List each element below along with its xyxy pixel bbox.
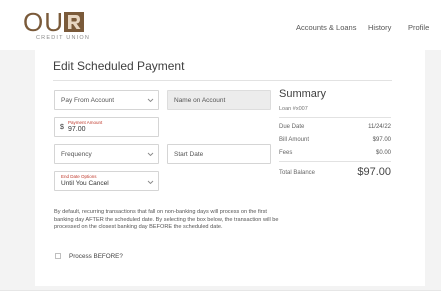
due-date-value: 11/24/22 <box>368 124 391 130</box>
end-date-options-label: End Date Options <box>61 174 97 179</box>
fees-value: $0.00 <box>375 150 391 156</box>
total-balance-value: $97.00 <box>357 166 391 178</box>
chevron-down-icon <box>147 98 154 103</box>
nav-accounts-loans[interactable]: Accounts & Loans <box>296 23 356 32</box>
recurring-transaction-disclaimer: By default, recurring transactions that … <box>54 209 279 231</box>
summary-title: Summary <box>279 88 327 100</box>
process-before-label[interactable]: Process BEFORE? <box>69 253 123 260</box>
payment-amount-label: Payment Amount <box>68 120 103 125</box>
start-date-placeholder: Start Date <box>174 151 204 158</box>
bill-amount-label: Bill Amount <box>279 137 310 143</box>
end-date-options-select[interactable]: End Date Options Until You Cancel <box>54 171 159 191</box>
page-title: Edit Scheduled Payment <box>53 59 185 73</box>
logo-r-mark-icon <box>64 12 84 32</box>
nav-profile[interactable]: Profile <box>408 23 429 32</box>
frequency-select[interactable]: Frequency <box>54 144 159 164</box>
name-on-account-field[interactable]: Name on Account <box>167 90 271 110</box>
nav-history[interactable]: History <box>368 23 391 32</box>
bill-amount-value: $97.00 <box>372 137 391 143</box>
pay-from-account-placeholder: Pay From Account <box>61 97 115 104</box>
summary-loan-number: Loan #x007 <box>279 106 308 112</box>
bottom-strip <box>0 290 441 302</box>
fees-label: Fees <box>279 150 293 156</box>
start-date-input[interactable]: Start Date <box>167 144 271 164</box>
logo-subtitle: CREDIT UNION <box>36 35 91 41</box>
due-date-label: Due Date <box>279 124 305 130</box>
pay-from-account-select[interactable]: Pay From Account <box>54 90 159 110</box>
frequency-placeholder: Frequency <box>61 151 92 158</box>
end-date-options-value: Until You Cancel <box>61 180 109 187</box>
total-balance-label: Total Balance <box>279 170 316 176</box>
summary-divider <box>279 117 391 118</box>
logo-wordmark: OU <box>23 7 64 37</box>
chevron-down-icon <box>147 180 154 185</box>
currency-symbol: $ <box>60 124 64 131</box>
process-before-checkbox[interactable] <box>55 253 61 259</box>
payment-amount-input[interactable]: $ Payment Amount 97.00 <box>54 117 159 137</box>
credit-union-logo[interactable]: OU CREDIT UNION <box>23 9 143 45</box>
summary-total-divider <box>279 161 391 162</box>
top-bar: OU CREDIT UNION Accounts & Loans History… <box>0 0 441 50</box>
payment-amount-value: 97.00 <box>68 126 86 133</box>
chevron-down-icon <box>147 152 154 157</box>
title-divider <box>53 80 392 81</box>
name-on-account-placeholder: Name on Account <box>174 97 226 104</box>
